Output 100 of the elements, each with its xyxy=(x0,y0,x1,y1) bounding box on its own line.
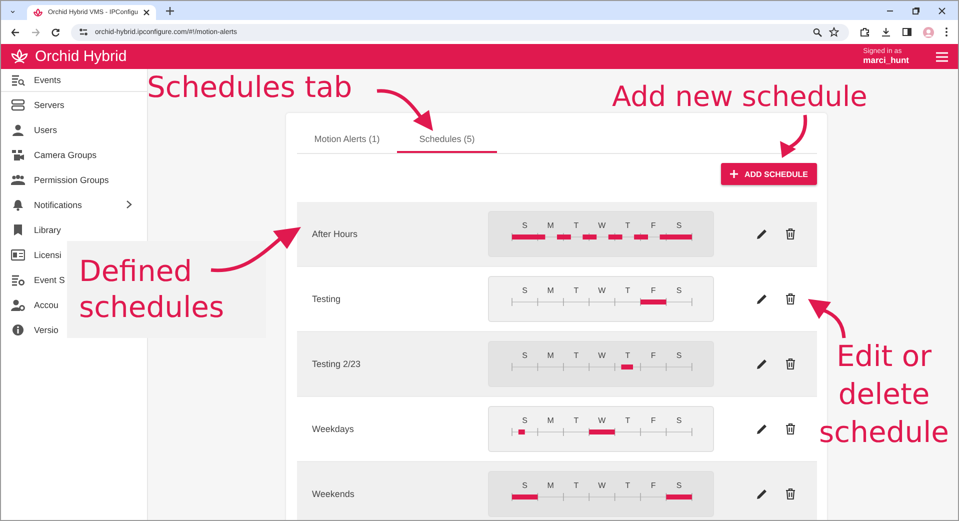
events-icon xyxy=(11,74,25,86)
schedule-bar xyxy=(608,234,622,240)
day-label: S xyxy=(676,286,682,295)
schedule-row[interactable]: After Hours S M T W T F S xyxy=(297,202,817,267)
sidebar-item[interactable]: Permission Groups xyxy=(1,167,110,192)
day-label: T xyxy=(574,416,579,425)
schedule-bar xyxy=(589,430,615,434)
sidebar-item[interactable]: Servers xyxy=(1,92,66,117)
schedule-bar xyxy=(518,430,525,434)
add-schedule-button[interactable]: ADD SCHEDULE xyxy=(721,163,817,185)
day-label: M xyxy=(547,481,554,490)
day-label: T xyxy=(574,481,579,490)
info-icon xyxy=(11,324,25,336)
day-label: W xyxy=(598,416,606,425)
schedule-name: Weekends xyxy=(311,489,356,499)
back-arrow-icon[interactable] xyxy=(11,28,20,36)
day-label: T xyxy=(625,286,630,295)
sidebar-item[interactable]: Notifications xyxy=(1,192,147,217)
username: marci_hunt xyxy=(863,56,909,65)
edit-pencil-icon[interactable] xyxy=(756,488,768,500)
sidebar-item[interactable]: Events xyxy=(1,68,62,92)
app-name: Orchid Hybrid xyxy=(35,48,127,65)
zoom-icon[interactable] xyxy=(813,28,822,36)
edit-pencil-icon[interactable] xyxy=(756,423,768,435)
restore-icon[interactable] xyxy=(912,6,920,14)
day-label: S xyxy=(676,221,682,230)
edit-pencil-icon[interactable] xyxy=(756,228,768,240)
day-label: F xyxy=(650,286,656,295)
sidebar-item[interactable]: Camera Groups xyxy=(1,142,98,167)
tab-list-button[interactable]: ⌄ xyxy=(7,6,19,15)
schedule-name: Testing 2/23 xyxy=(311,359,362,369)
day-label: F xyxy=(650,351,656,360)
day-label: F xyxy=(650,481,656,490)
star-icon[interactable] xyxy=(829,27,839,37)
trash-icon[interactable] xyxy=(785,488,796,500)
day-label: S xyxy=(676,481,682,490)
close-icon[interactable] xyxy=(938,6,946,14)
sidebar-item[interactable]: Library xyxy=(1,217,62,242)
site-info-icon[interactable] xyxy=(79,28,88,36)
day-label: T xyxy=(574,221,579,230)
annotation-text: schedule xyxy=(819,414,949,451)
puzzle-icon[interactable] xyxy=(860,27,870,37)
schedule-bar xyxy=(634,234,648,240)
day-label: W xyxy=(598,351,606,360)
annotation-arrow xyxy=(808,299,846,338)
schedule-row[interactable]: Weekdays S M T W T F S xyxy=(297,397,817,462)
trash-icon[interactable] xyxy=(785,228,796,240)
day-label: W xyxy=(598,286,606,295)
menu-icon[interactable] xyxy=(936,52,948,62)
annotation-text: Add new schedule xyxy=(612,83,868,111)
day-label: S xyxy=(522,221,528,230)
schedule-row[interactable]: Testing S M T W T F S xyxy=(297,267,817,332)
side-panel-icon[interactable] xyxy=(902,27,912,37)
bookmark-icon xyxy=(11,224,25,236)
flower-icon xyxy=(33,8,43,18)
edit-pencil-icon[interactable] xyxy=(756,358,768,370)
sidebar-item[interactable]: Accou xyxy=(1,292,60,317)
sidebar-item[interactable]: Versio xyxy=(1,317,60,342)
bell-icon xyxy=(11,198,25,210)
annotation-text: Defined xyxy=(79,253,194,289)
day-label: T xyxy=(625,481,630,490)
annotation-arrow xyxy=(780,114,808,158)
schedule-row[interactable]: Weekends S M T W T F S xyxy=(297,462,817,520)
annotation-arrow xyxy=(376,89,433,131)
schedule-name: Testing xyxy=(311,294,342,304)
day-label: M xyxy=(547,286,554,295)
trash-icon[interactable] xyxy=(785,358,796,370)
day-label: S xyxy=(522,481,528,490)
orchid-logo-icon xyxy=(11,49,28,64)
day-label: T xyxy=(625,221,630,230)
schedule-bar xyxy=(660,234,692,240)
trash-icon[interactable] xyxy=(785,293,796,305)
reload-icon[interactable] xyxy=(51,28,60,36)
plus-icon xyxy=(730,170,738,178)
schedule-name: After Hours xyxy=(311,229,359,239)
day-label: S xyxy=(522,351,528,360)
day-label: M xyxy=(547,351,554,360)
day-label: W xyxy=(598,221,606,230)
schedule-row[interactable]: Testing 2/23 S M T W T F S xyxy=(297,332,817,397)
day-label: M xyxy=(547,221,554,230)
schedule-bar xyxy=(582,234,597,240)
sidebar-item[interactable]: Event S xyxy=(1,267,66,292)
menu-dots-icon[interactable] xyxy=(945,27,948,37)
day-label: F xyxy=(650,416,656,425)
sidebar-item[interactable]: Licensi xyxy=(1,242,62,267)
annotation-text: Schedules tab xyxy=(147,73,352,102)
schedule-bar xyxy=(666,494,692,500)
id-card-icon xyxy=(11,248,25,260)
close-icon[interactable] xyxy=(142,9,150,16)
plus-icon[interactable] xyxy=(166,6,174,14)
tab[interactable]: Motion Alerts (1) xyxy=(297,127,397,153)
schedule-bar xyxy=(621,364,633,370)
trash-icon[interactable] xyxy=(785,423,796,435)
download-icon[interactable] xyxy=(881,27,891,37)
server-icon xyxy=(11,98,25,110)
annotation-text: schedules xyxy=(79,289,226,325)
edit-pencil-icon[interactable] xyxy=(756,293,768,305)
annotation-text: delete xyxy=(838,376,930,413)
sidebar-item[interactable]: Users xyxy=(1,117,58,142)
day-label: S xyxy=(676,416,682,425)
